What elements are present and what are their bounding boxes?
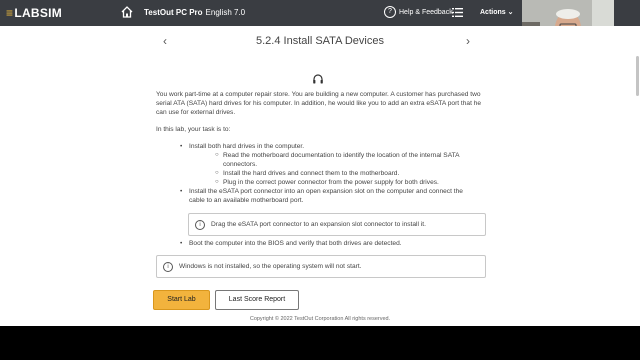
tip-box: i Drag the eSATA port connector to an ex…	[188, 213, 486, 236]
info-icon: i	[195, 219, 205, 230]
next-arrow-icon[interactable]: ›	[466, 34, 470, 48]
subtask-item: Install the hard drives and connect them…	[215, 169, 480, 178]
notice-text: Windows is not installed, so the operati…	[179, 263, 362, 270]
subtask-list: Read the motherboard documentation to id…	[189, 151, 480, 187]
tip-text: Drag the eSATA port connector to an expa…	[211, 221, 426, 228]
course-title: TestOut PC Pro English 7.0	[144, 8, 245, 17]
last-score-report-button[interactable]: Last Score Report	[215, 290, 299, 310]
info-icon: i	[163, 261, 173, 272]
home-icon[interactable]	[120, 5, 134, 19]
chevron-down-icon: ⌄	[507, 9, 514, 16]
logo-text: LABSIM	[14, 6, 63, 20]
headphones-icon[interactable]	[312, 73, 324, 85]
task-item: Boot the computer into the BIOS and veri…	[180, 239, 480, 248]
lesson-page: ‹ 5.2.4 Install SATA Devices › You work …	[0, 26, 640, 326]
page-title: 5.2.4 Install SATA Devices	[256, 35, 384, 47]
task-list: Install both hard drives in the computer…	[180, 142, 480, 205]
actions-menu[interactable]: Actions ⌄	[480, 8, 514, 16]
subtask-item: Plug in the correct power connector from…	[215, 178, 480, 187]
course-language: English 7.0	[205, 8, 246, 17]
task-intro: In this lab, your task is to:	[156, 126, 231, 133]
notice-box: i Windows is not installed, so the opera…	[156, 255, 486, 278]
labsim-logo[interactable]: ≡LABSIM	[6, 6, 62, 20]
copyright-text: Copyright © 2022 TestOut Corporation All…	[249, 316, 391, 322]
actions-label: Actions	[480, 9, 506, 16]
scrollbar[interactable]	[636, 56, 639, 96]
task-item: Install the eSATA port connector into an…	[180, 187, 480, 205]
scenario-text: You work part-time at a computer repair …	[156, 91, 482, 116]
task-item: Install both hard drives in the computer…	[180, 142, 480, 187]
task-text: Install both hard drives in the computer…	[189, 143, 305, 150]
help-label: Help & Feedback	[399, 8, 453, 16]
course-name: TestOut PC Pro	[144, 8, 203, 17]
logo-mark: ≡	[6, 6, 14, 20]
help-feedback-button[interactable]: ? Help & Feedback	[384, 6, 453, 18]
task-list-continued: Boot the computer into the BIOS and veri…	[180, 239, 480, 248]
subtask-item: Read the motherboard documentation to id…	[215, 151, 480, 169]
start-lab-button[interactable]: Start Lab	[153, 290, 210, 310]
list-icon[interactable]	[452, 7, 463, 18]
help-icon: ?	[384, 6, 396, 18]
